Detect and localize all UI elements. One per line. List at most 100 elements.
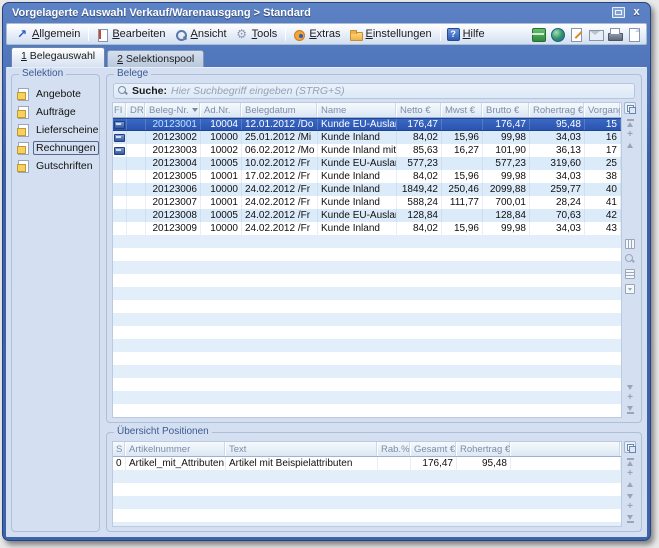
positionen-table-header: S Artikelnummer Text Rab.% Gesamt € Rohe… — [113, 442, 621, 457]
column-header-beleg-nr[interactable]: Beleg-Nr. — [146, 103, 201, 117]
search-input[interactable]: Suche: Hier Suchbegriff eingeben (STRG+S… — [113, 83, 635, 99]
toolbar-icons — [527, 27, 641, 41]
positionen-side-strip: + + — [622, 441, 636, 527]
table-row[interactable]: 20123005 10001 17.02.2012 /Fr Kunde Inla… — [113, 170, 621, 183]
sidebar-item-label: Aufträge — [33, 105, 79, 119]
tab[interactable]: 2 Selektionspool — [107, 50, 204, 67]
tabs: 1 Belegauswahl2 Selektionspool — [11, 47, 204, 67]
menu-item-label: Allgemein — [32, 28, 80, 40]
scroll-to-top-icon[interactable] — [627, 119, 634, 127]
add-row-bottom-icon[interactable]: + — [627, 394, 633, 402]
scroll-to-bottom-icon[interactable] — [627, 406, 634, 414]
positionen-legend: Übersicht Positionen — [114, 426, 212, 438]
menu-item[interactable]: Bearbeiten — [92, 27, 170, 42]
table-row[interactable]: 20123009 10000 24.02.2012 /Fr Kunde Inla… — [113, 222, 621, 235]
column-header-s[interactable]: S — [113, 442, 126, 456]
table-row[interactable]: 20123004 10005 10.02.2012 /Fr Kunde EU-A… — [113, 157, 621, 170]
table-row[interactable]: 20123001 10004 12.01.2012 /Do Kunde EU-A… — [113, 118, 621, 131]
row-layout-icon[interactable] — [625, 269, 635, 279]
column-header-brutto[interactable]: Brutto € — [483, 103, 530, 117]
add-row-icon[interactable]: + — [627, 470, 633, 478]
column-chooser-icon[interactable] — [624, 102, 636, 114]
selektion-groupbox: Selektion Angebote Aufträge Lieferschein… — [11, 74, 100, 532]
column-header-name[interactable]: Name — [318, 103, 397, 117]
scroll-up-icon[interactable] — [627, 482, 633, 487]
scroll-to-top-icon[interactable] — [627, 458, 634, 466]
column-layout-icon[interactable] — [625, 239, 635, 249]
menu-item[interactable]: Hilfe — [444, 27, 490, 42]
column-header-rohertrag[interactable]: Rohertrag € — [530, 103, 585, 117]
menu-item[interactable] — [88, 27, 89, 41]
column-header-rab[interactable]: Rab.% — [378, 442, 411, 456]
filter-icon[interactable] — [625, 284, 635, 294]
belege-table-empty-area — [113, 235, 621, 417]
column-header-filler — [511, 442, 621, 456]
belege-table-zone: FI DR Beleg-Nr. Ad.Nr. Belegdatum Name N… — [112, 102, 636, 418]
column-header-mwst[interactable]: Mwst € — [442, 103, 483, 117]
menu-item[interactable]: Tools — [232, 27, 283, 42]
column-header-vorgang[interactable]: Vorgang — [585, 103, 621, 117]
document-type-icon — [17, 124, 29, 136]
position-row[interactable]: 0 Artikel_mit_Attributen Artikel mit Bei… — [113, 457, 621, 470]
printer-icon[interactable] — [607, 27, 622, 41]
restore-window-button[interactable] — [612, 7, 625, 18]
right-column: Belege Suche: Hier Suchbegriff eingeben … — [106, 74, 642, 532]
add-row-icon[interactable]: + — [627, 131, 633, 139]
document-edit-icon[interactable] — [569, 27, 584, 41]
menu-item-label: Hilfe — [463, 28, 485, 40]
column-header-text[interactable]: Text — [226, 442, 378, 456]
table-row[interactable]: 20123008 10005 24.02.2012 /Fr Kunde EU-A… — [113, 209, 621, 222]
column-header-rohertrag[interactable]: Rohertrag € — [457, 442, 511, 456]
close-window-button[interactable]: x — [630, 7, 643, 18]
gear-icon — [235, 28, 249, 41]
scroll-to-bottom-icon[interactable] — [627, 515, 634, 523]
sidebar-item[interactable]: Angebote — [16, 85, 95, 103]
document-type-icon — [17, 142, 29, 154]
table-row[interactable]: 20123002 10000 25.01.2012 /Mi Kunde Inla… — [113, 131, 621, 144]
menu-item[interactable] — [285, 27, 286, 41]
sidebar-item[interactable]: Rechnungen — [16, 139, 95, 157]
column-header-belegdatum[interactable]: Belegdatum — [242, 103, 318, 117]
menu-item[interactable]: Einstellungen — [346, 27, 437, 42]
add-row-bottom-icon[interactable]: + — [627, 503, 633, 511]
table-row[interactable]: 20123007 10001 24.02.2012 /Fr Kunde Inla… — [113, 196, 621, 209]
edit-note-icon — [95, 28, 109, 41]
globe-icon[interactable] — [550, 27, 565, 41]
positionen-table-empty-area — [113, 470, 621, 526]
column-header-dr[interactable]: DR — [127, 103, 146, 117]
package-icon[interactable] — [531, 27, 546, 41]
menu-item[interactable]: Allgemein — [12, 27, 85, 42]
menu-item[interactable]: Ansicht — [171, 27, 232, 42]
scroll-up-icon[interactable] — [627, 143, 633, 148]
column-header-ad-nr[interactable]: Ad.Nr. — [201, 103, 242, 117]
sidebar-item-label: Angebote — [33, 87, 84, 101]
new-page-icon[interactable] — [626, 27, 641, 41]
view-magnifier-icon — [174, 28, 188, 41]
sidebar-item[interactable]: Gutschriften — [16, 157, 95, 175]
title-bar[interactable]: Vorgelagerte Auswahl Verkauf/Warenausgan… — [3, 3, 650, 22]
column-chooser-icon[interactable] — [624, 441, 636, 453]
column-header-netto[interactable]: Netto € — [397, 103, 442, 117]
tab[interactable]: 1 Belegauswahl — [11, 47, 105, 67]
content-area: Selektion Angebote Aufträge Lieferschein… — [6, 67, 647, 537]
sidebar-item[interactable]: Lieferscheine — [16, 121, 95, 139]
zoom-icon[interactable] — [625, 254, 635, 264]
sidebar-item[interactable]: Aufträge — [16, 103, 95, 121]
printed-document-icon — [114, 121, 125, 129]
table-row[interactable]: 20123003 10002 06.02.2012 /Mo Kunde Inla… — [113, 144, 621, 157]
menu-bar: Allgemein Bearbeiten Ansicht Tools — [6, 23, 647, 45]
belege-table-rows: 20123001 10004 12.01.2012 /Do Kunde EU-A… — [113, 118, 621, 235]
scroll-down-icon[interactable] — [627, 385, 633, 390]
positionen-table: S Artikelnummer Text Rab.% Gesamt € Rohe… — [112, 441, 622, 527]
column-header-gesamt[interactable]: Gesamt € — [411, 442, 457, 456]
mail-icon[interactable] — [588, 27, 603, 41]
menu-item[interactable] — [440, 27, 441, 41]
menu-item[interactable]: Extras — [289, 27, 345, 42]
printed-document-icon — [114, 134, 125, 142]
table-row[interactable]: 20123006 10000 24.02.2012 /Fr Kunde Inla… — [113, 183, 621, 196]
column-header-artikelnummer[interactable]: Artikelnummer — [126, 442, 226, 456]
document-type-icon — [17, 160, 29, 172]
scroll-down-icon[interactable] — [627, 494, 633, 499]
menu-item-label: Ansicht — [191, 28, 227, 40]
column-header-fi[interactable]: FI — [113, 103, 127, 117]
